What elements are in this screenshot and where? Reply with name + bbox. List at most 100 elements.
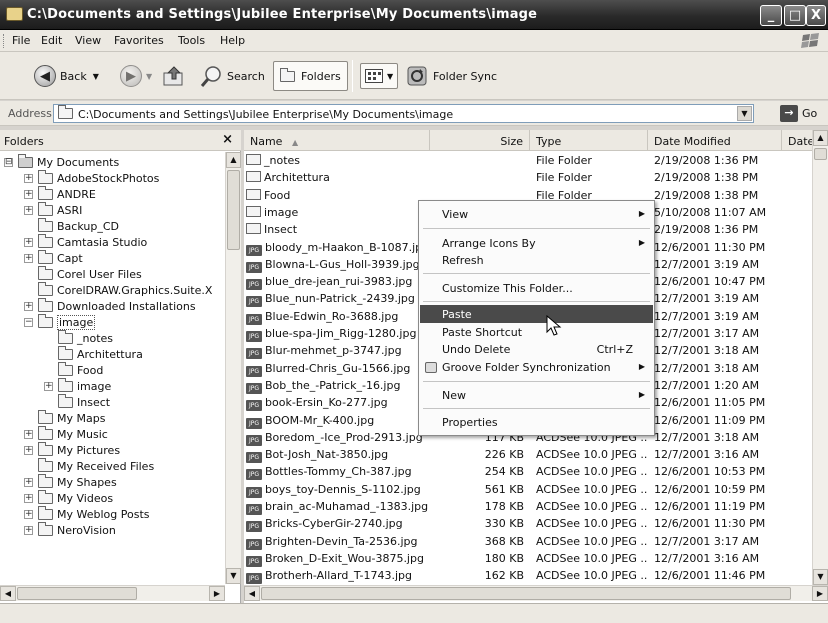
tree-item[interactable]: ⊟ My Documents xyxy=(4,153,119,170)
scroll-down-icon[interactable]: ▼ xyxy=(813,569,828,585)
tree-item[interactable]: + My Videos xyxy=(24,489,113,506)
scroll-thumb[interactable] xyxy=(814,148,827,160)
tree-item[interactable]: + Camtasia Studio xyxy=(24,233,147,250)
file-row[interactable]: JPG Bricks-CyberGir-2740.jpg 330 KB ACDSee … xyxy=(244,515,812,533)
column-header-date-picture[interactable]: Date P xyxy=(782,130,814,151)
menu-help[interactable]: Help xyxy=(220,34,245,47)
address-input[interactable]: C:\Documents and Settings\Jubilee Enterp… xyxy=(53,104,754,123)
menu-item-customize-folder[interactable]: Customize This Folder... xyxy=(420,279,653,297)
tree-item[interactable]: + My Music xyxy=(24,425,108,442)
back-button[interactable]: ◀ Back ▼ xyxy=(34,62,99,90)
scroll-right-icon[interactable]: ▶ xyxy=(209,586,225,601)
tree-expander-icon[interactable]: − xyxy=(24,317,33,327)
tree-item[interactable]: + My Shapes xyxy=(24,473,117,490)
tree-item[interactable]: Corel User Files xyxy=(24,265,142,282)
scroll-up-icon[interactable]: ▲ xyxy=(226,152,241,168)
folder-sync-button[interactable]: Folder Sync xyxy=(406,62,497,90)
tree-item[interactable]: + NeroVision xyxy=(24,521,116,538)
back-dropdown-icon[interactable]: ▼ xyxy=(93,72,99,81)
tree-item[interactable]: + image xyxy=(44,377,111,394)
tree-item[interactable]: Food xyxy=(44,361,103,378)
tree-item[interactable]: My Received Files xyxy=(24,457,154,474)
tree-expander-icon[interactable]: + xyxy=(24,509,33,519)
tree-expander-icon[interactable]: + xyxy=(24,205,33,215)
scroll-left-icon[interactable]: ◀ xyxy=(244,586,260,601)
tree-item[interactable]: Backup_CD xyxy=(24,217,119,234)
close-folders-pane-icon[interactable]: × xyxy=(222,132,233,147)
column-header-date-modified[interactable]: Date Modified xyxy=(648,130,782,151)
menu-file[interactable]: File xyxy=(12,34,30,47)
tree-expander-icon[interactable]: + xyxy=(24,237,33,247)
tree-expander-icon[interactable]: + xyxy=(24,445,33,455)
file-row[interactable]: _notes File Folder 2/19/2008 1:36 PM xyxy=(244,152,812,169)
tree-expander-icon[interactable]: + xyxy=(44,381,53,391)
scroll-right-icon[interactable]: ▶ xyxy=(812,586,828,601)
menu-item-view[interactable]: View ▶ xyxy=(420,205,653,223)
menu-view[interactable]: View xyxy=(75,34,101,47)
file-row[interactable]: JPG Broken_D-Exit_Wou-3875.jpg 180 KB ACDSe… xyxy=(244,550,812,567)
tree-item[interactable]: + My Weblog Posts xyxy=(24,505,150,522)
column-header-name[interactable]: Name ▲ xyxy=(244,130,430,151)
title-bar[interactable]: C:\Documents and Settings\Jubilee Enterp… xyxy=(0,0,828,30)
scroll-thumb[interactable] xyxy=(227,170,240,250)
folder-tree-hscrollbar[interactable]: ◀ ▶ xyxy=(0,585,225,601)
file-row[interactable]: JPG Bot-Josh_Nat-3850.jpg 226 KB ACDSee 10.… xyxy=(244,446,812,464)
column-header-size[interactable]: Size xyxy=(430,130,530,151)
minimize-button[interactable]: _ xyxy=(760,5,782,26)
menu-item-properties[interactable]: Properties xyxy=(420,413,653,431)
tree-item[interactable]: _notes xyxy=(44,329,113,346)
tree-item[interactable]: + My Pictures xyxy=(24,441,120,458)
search-button[interactable]: Search xyxy=(200,62,265,90)
tree-expander-icon[interactable]: + xyxy=(24,493,33,503)
file-row[interactable]: JPG brain_ac-Muhamad_-1383.jpg 178 KB ACDSe… xyxy=(244,498,812,515)
tree-item[interactable]: Architettura xyxy=(44,345,143,362)
tree-item[interactable]: + ASRI xyxy=(24,201,82,218)
tree-expander-icon[interactable]: + xyxy=(24,525,33,535)
up-folder-button[interactable] xyxy=(162,62,186,90)
tree-item[interactable]: + Downloaded Installations xyxy=(24,297,196,314)
file-list-hscrollbar[interactable]: ◀ ▶ xyxy=(244,585,828,601)
hscroll-thumb[interactable] xyxy=(17,587,137,600)
tree-item[interactable]: My Maps xyxy=(24,409,105,426)
menu-item-paste-shortcut[interactable]: Paste Shortcut xyxy=(420,323,653,341)
close-button[interactable]: X xyxy=(806,5,826,26)
menu-item-groove-sync[interactable]: Groove Folder Synchronization ▶ xyxy=(420,358,653,376)
menu-item-undo-delete[interactable]: Undo Delete Ctrl+Z xyxy=(420,340,653,358)
tree-item[interactable]: Insect xyxy=(44,393,110,410)
column-header-type[interactable]: Type xyxy=(530,130,648,151)
tree-expander-icon[interactable]: + xyxy=(24,301,33,311)
tree-expander-icon[interactable]: + xyxy=(24,429,33,439)
tree-item[interactable]: + ANDRE xyxy=(24,185,96,202)
tree-expander-icon[interactable]: + xyxy=(24,253,33,263)
file-row[interactable]: Architettura File Folder 2/19/2008 1:38 PM xyxy=(244,169,812,186)
forward-button[interactable]: ▶ ▼ xyxy=(120,62,152,90)
scroll-down-icon[interactable]: ▼ xyxy=(226,568,241,584)
menu-edit[interactable]: Edit xyxy=(41,34,62,47)
menu-favorites[interactable]: Favorites xyxy=(114,34,164,47)
tree-item[interactable]: + Capt xyxy=(24,249,83,266)
menu-item-refresh[interactable]: Refresh xyxy=(420,251,653,269)
address-dropdown-icon[interactable]: ▼ xyxy=(737,106,752,121)
folder-tree-vscrollbar[interactable]: ▲ ▼ xyxy=(225,152,241,584)
file-row[interactable]: JPG Brotherh-Allard_T-1743.jpg 162 KB ACDSe… xyxy=(244,567,812,584)
forward-dropdown-icon[interactable]: ▼ xyxy=(146,72,152,81)
scroll-left-icon[interactable]: ◀ xyxy=(0,586,16,601)
tree-item[interactable]: − image xyxy=(24,313,96,330)
tree-expander-icon[interactable]: + xyxy=(24,173,33,183)
menu-item-new[interactable]: New ▶ xyxy=(420,386,653,404)
folders-button[interactable]: Folders xyxy=(273,61,348,91)
tree-expander-icon[interactable]: + xyxy=(24,477,33,487)
menu-item-paste[interactable]: Paste xyxy=(420,305,653,323)
menu-item-arrange-icons[interactable]: Arrange Icons By ▶ xyxy=(420,234,653,252)
file-row[interactable]: JPG boys_toy-Dennis_S-1102.jpg 561 KB ACDSe… xyxy=(244,481,812,498)
go-button[interactable]: → Go xyxy=(780,105,817,122)
menu-tools[interactable]: Tools xyxy=(178,34,205,47)
file-row[interactable]: JPG Brighten-Devin_Ta-2536.jpg 368 KB ACDSe… xyxy=(244,533,812,550)
file-list-vscrollbar[interactable]: ▲ ▼ xyxy=(812,130,828,585)
hscroll-thumb[interactable] xyxy=(261,587,791,600)
tree-item[interactable]: CorelDRAW.Graphics.Suite.X xyxy=(24,281,212,298)
tree-item[interactable]: + AdobeStockPhotos xyxy=(24,169,159,186)
maximize-button[interactable]: □ xyxy=(784,5,806,26)
tree-expander-icon[interactable]: ⊟ xyxy=(4,157,13,167)
scroll-up-icon[interactable]: ▲ xyxy=(813,130,828,146)
